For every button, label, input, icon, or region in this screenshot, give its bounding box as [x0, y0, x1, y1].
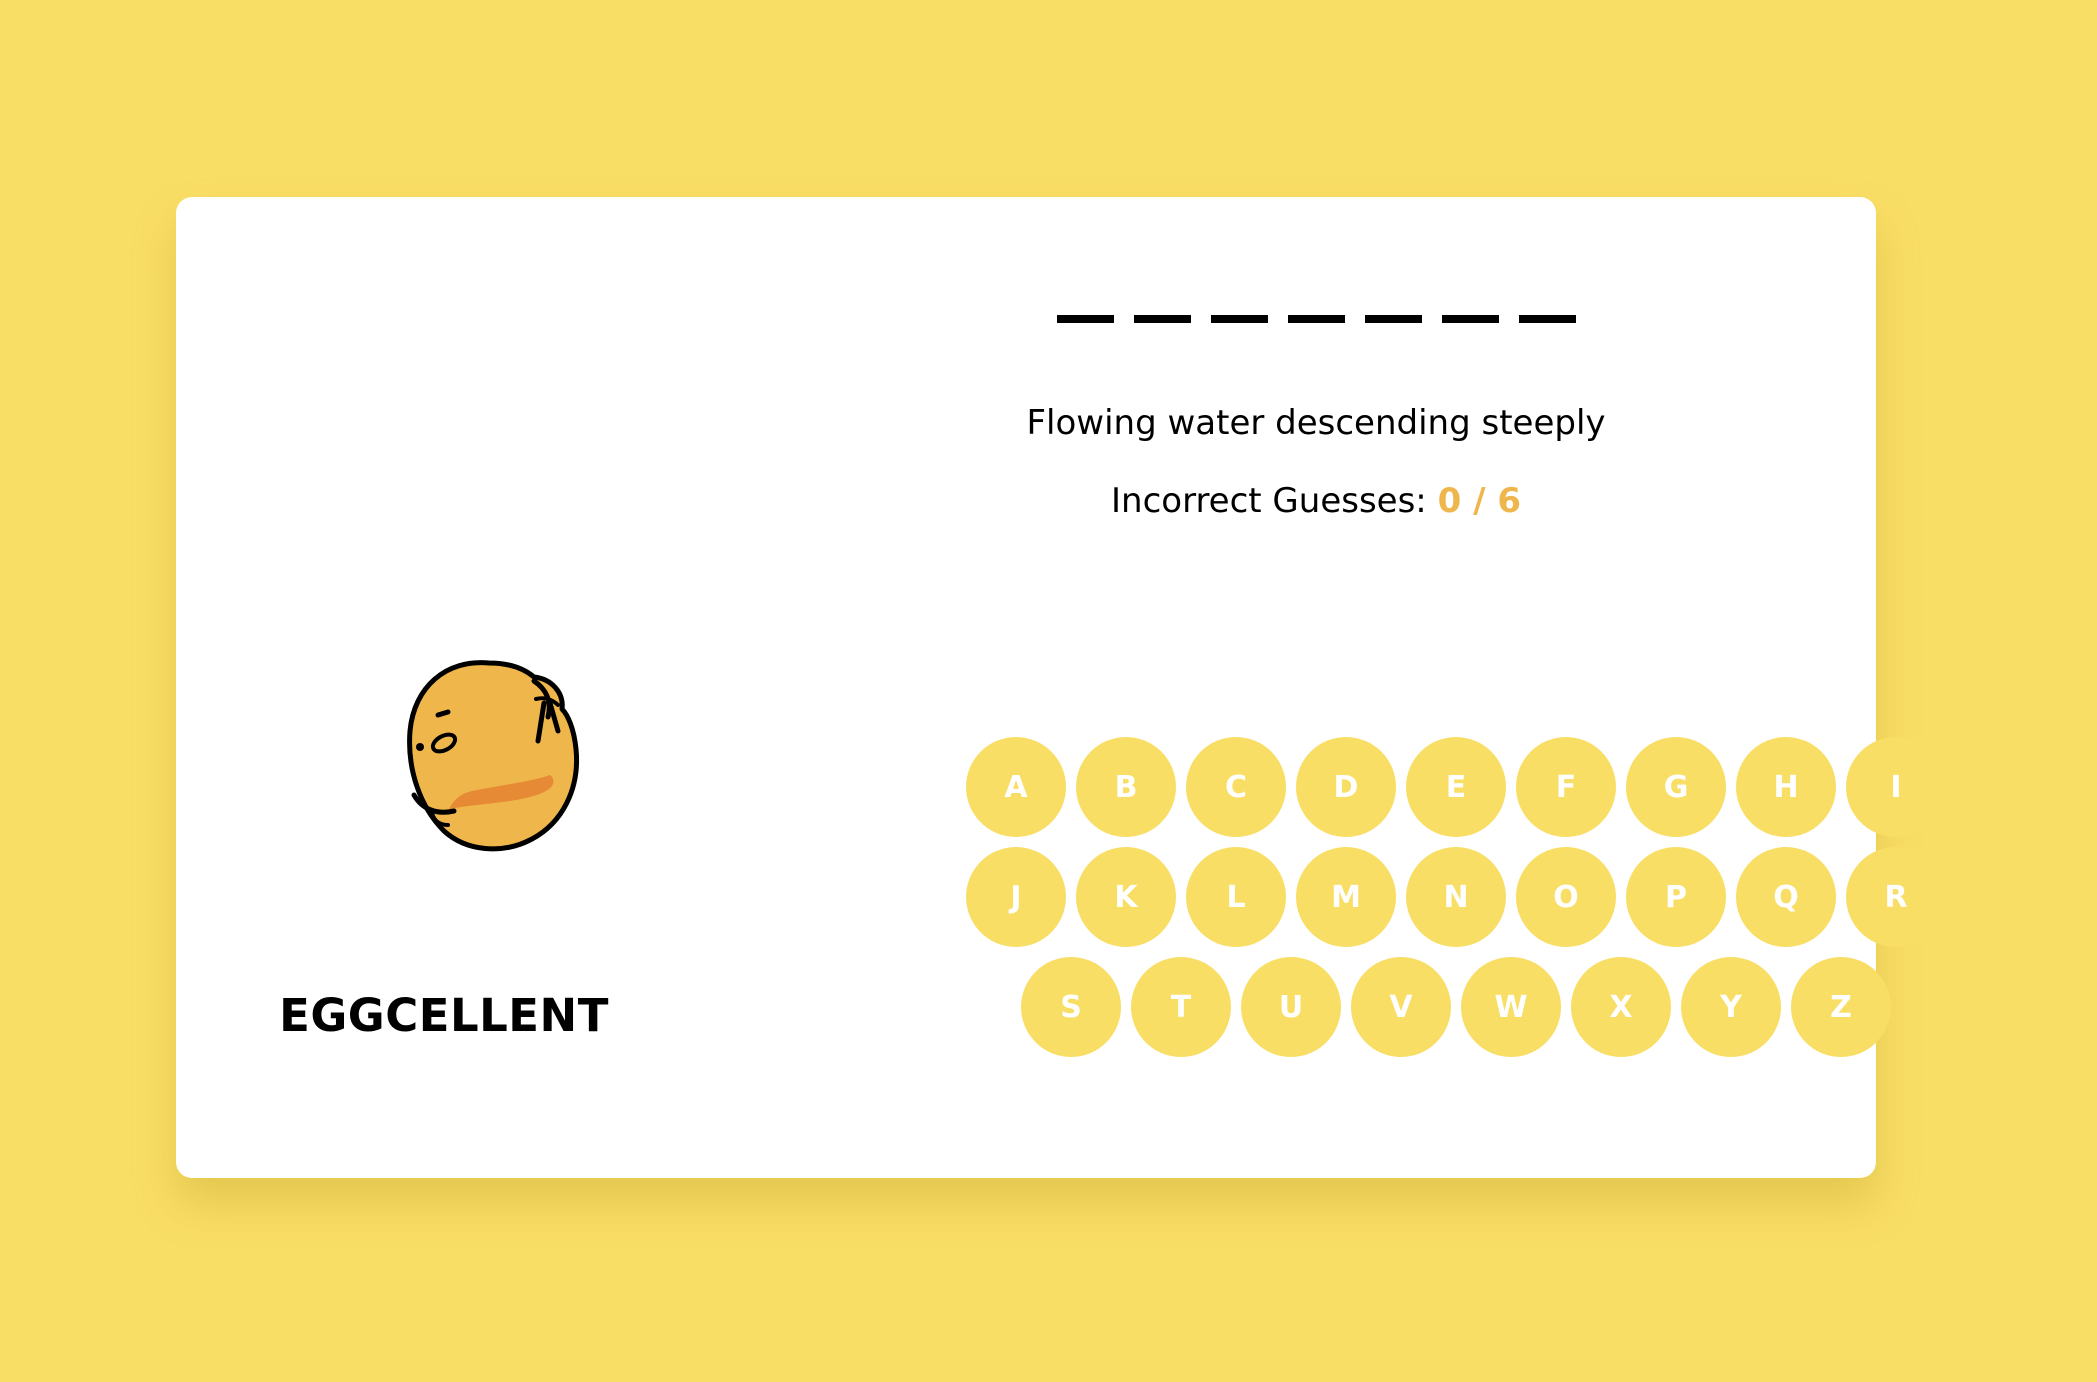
letter-blank: [1056, 315, 1114, 323]
keyboard-row: STUVWXYZ: [1021, 957, 1966, 1057]
letter-key-o[interactable]: O: [1516, 847, 1616, 947]
game-title: EGGCELLENT: [279, 989, 609, 1042]
letter-key-x[interactable]: X: [1571, 957, 1671, 1057]
letter-key-k[interactable]: K: [1076, 847, 1176, 947]
letter-blank: [1287, 315, 1345, 323]
incorrect-guesses-count: 0 / 6: [1437, 481, 1521, 521]
letter-key-t[interactable]: T: [1131, 957, 1231, 1057]
letter-key-z[interactable]: Z: [1791, 957, 1891, 1057]
letter-blank: [1441, 315, 1499, 323]
game-panel: Flowing water descending steeply Incorre…: [796, 197, 1946, 1178]
letter-key-g[interactable]: G: [1626, 737, 1726, 837]
word-blanks: [796, 315, 1836, 323]
word-hint: Flowing water descending steeply: [1026, 403, 1606, 443]
letter-key-p[interactable]: P: [1626, 847, 1726, 947]
letter-key-u[interactable]: U: [1241, 957, 1341, 1057]
letter-blank: [1210, 315, 1268, 323]
letter-key-v[interactable]: V: [1351, 957, 1451, 1057]
letter-key-l[interactable]: L: [1186, 847, 1286, 947]
letter-key-d[interactable]: D: [1296, 737, 1396, 837]
letter-keyboard: ABCDEFGHIJKLMNOPQRSTUVWXYZ: [966, 737, 1966, 1067]
game-card: EGGCELLENT Flowing water descending stee…: [176, 197, 1946, 1178]
egg-yolk-mascot-icon: [407, 660, 580, 852]
letter-key-e[interactable]: E: [1406, 737, 1506, 837]
letter-blank: [1133, 315, 1191, 323]
letter-blank: [1518, 315, 1576, 323]
letter-key-i[interactable]: I: [1846, 737, 1946, 837]
letter-key-c[interactable]: C: [1186, 737, 1286, 837]
letter-key-y[interactable]: Y: [1681, 957, 1781, 1057]
letter-key-w[interactable]: W: [1461, 957, 1561, 1057]
incorrect-guesses: Incorrect Guesses: 0 / 6: [796, 481, 1836, 521]
letter-key-s[interactable]: S: [1021, 957, 1121, 1057]
letter-blank: [1364, 315, 1422, 323]
letter-key-m[interactable]: M: [1296, 847, 1396, 947]
letter-key-h[interactable]: H: [1736, 737, 1836, 837]
letter-key-q[interactable]: Q: [1736, 847, 1836, 947]
mascot-panel: EGGCELLENT: [176, 197, 796, 1178]
keyboard-row: JKLMNOPQR: [966, 847, 1966, 947]
letter-key-b[interactable]: B: [1076, 737, 1176, 837]
keyboard-row: ABCDEFGHI: [966, 737, 1966, 837]
letter-key-n[interactable]: N: [1406, 847, 1506, 947]
letter-key-r[interactable]: R: [1846, 847, 1946, 947]
letter-key-a[interactable]: A: [966, 737, 1066, 837]
letter-key-j[interactable]: J: [966, 847, 1066, 947]
letter-key-f[interactable]: F: [1516, 737, 1616, 837]
incorrect-guesses-label: Incorrect Guesses:: [1111, 481, 1427, 521]
